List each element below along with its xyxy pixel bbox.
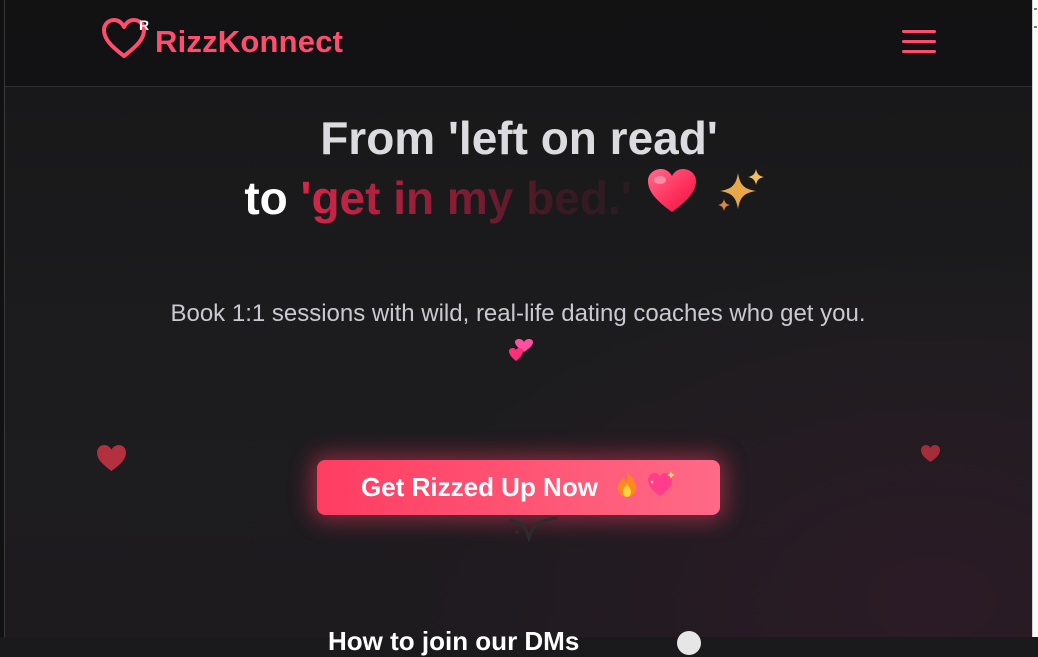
heart-logo-icon: R (101, 17, 151, 66)
site-header: R RizzKonnect (5, 0, 1032, 87)
hero-line-2: to 'get in my bed.' (0, 168, 1024, 233)
two-hearts-icon (508, 335, 534, 375)
next-section-heading: How to join our DMs (328, 626, 580, 656)
hero-headline: From 'left on read' to 'get in my bed.' (0, 108, 1038, 233)
hero-highlight-text: 'get in my bed.' (300, 172, 632, 224)
scrollbar-tick (1034, 8, 1037, 10)
floating-heart-icon (920, 444, 941, 468)
floating-heart-icon (96, 444, 127, 477)
sparkles-icon (714, 167, 766, 229)
decorative-glyph (505, 512, 561, 547)
hero-subtitle-text: Book 1:1 sessions with wild, real-life d… (170, 300, 866, 327)
info-icon (677, 631, 701, 655)
scrollbar-tick (1034, 26, 1037, 28)
hamburger-icon-bar (902, 30, 936, 33)
hamburger-icon-bar (902, 40, 936, 43)
logo-link[interactable]: R RizzKonnect (101, 17, 344, 66)
hamburger-menu-button[interactable] (902, 30, 936, 54)
logo-r-mark: R (139, 17, 150, 33)
window-left-edge (0, 0, 5, 637)
sparkling-heart-icon (638, 470, 676, 505)
hero-line-2-prefix: to (244, 172, 288, 224)
fire-icon (608, 470, 638, 505)
hero-line-1: From 'left on read' (320, 112, 718, 164)
get-rizzed-up-button[interactable]: Get Rizzed Up Now (317, 460, 720, 515)
brand-name: RizzKonnect (155, 24, 344, 59)
red-heart-icon (646, 168, 698, 228)
cta-label: Get Rizzed Up Now (361, 472, 598, 502)
hero-subtitle: Book 1:1 sessions with wild, real-life d… (170, 294, 866, 375)
hamburger-icon-bar (902, 50, 936, 53)
scrollbar[interactable] (1032, 0, 1038, 637)
